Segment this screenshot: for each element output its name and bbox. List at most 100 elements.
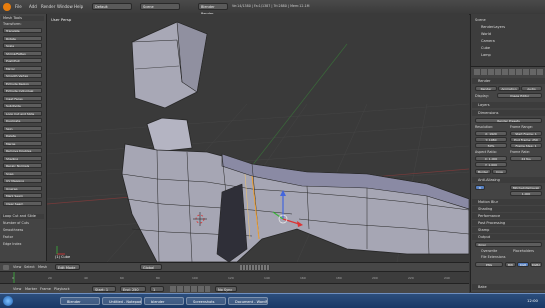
tl-menu-frame[interactable]: Frame <box>40 287 51 291</box>
outliner-item[interactable]: Scene <box>475 18 486 22</box>
animation-button[interactable]: Animation <box>498 86 520 91</box>
tool-button[interactable]: Shrink/Fatten <box>3 50 42 56</box>
tool-button[interactable]: Rotate <box>3 35 42 41</box>
editor-type-icon[interactable] <box>3 265 9 270</box>
file-extensions-check[interactable]: File Extensions <box>481 255 505 259</box>
section-output[interactable]: Output <box>472 234 545 240</box>
outliner-item[interactable]: World <box>481 32 491 36</box>
end-frame-field[interactable]: End: 250 <box>120 286 146 292</box>
tool-button[interactable]: Mark Seam <box>3 193 42 198</box>
outliner-item[interactable]: Camera <box>481 39 495 43</box>
fps-select[interactable]: 24 fps <box>510 156 542 161</box>
section-dimensions[interactable]: Dimensions <box>472 110 545 116</box>
section-anti-aliasing[interactable]: Anti-Aliasing <box>472 177 545 183</box>
tool-button[interactable]: Shading <box>3 155 42 161</box>
display-select[interactable]: Image Editor <box>497 93 542 98</box>
audio-button[interactable]: Audio <box>521 86 542 91</box>
section-post-processing[interactable]: Post Processing <box>472 220 545 226</box>
aspect-y-field[interactable]: Y: 1.000 <box>475 162 507 167</box>
tool-button[interactable]: Inset Faces <box>3 95 42 101</box>
tl-menu-playback[interactable]: Playback <box>54 287 70 291</box>
start-frame-field[interactable]: Start: 1 <box>92 286 116 292</box>
menu-render[interactable]: Render <box>41 4 55 9</box>
menu-add[interactable]: Add <box>29 4 37 9</box>
scene-select[interactable]: Scene <box>140 3 180 10</box>
tool-button[interactable]: Merge <box>3 140 42 146</box>
render-engine-select[interactable]: Blender Render <box>198 3 228 16</box>
res-pct-field[interactable]: 50% <box>475 143 507 148</box>
tl-menu-marker[interactable]: Marker <box>25 287 37 291</box>
op-field-cuts[interactable]: Number of Cuts <box>3 221 29 225</box>
tool-button[interactable]: Clear Seam <box>3 200 42 206</box>
menu-select[interactable]: Select <box>24 265 35 269</box>
operator-header[interactable]: Loop Cut and Slide <box>1 214 44 219</box>
filter-size-field[interactable]: 1.000 <box>510 191 542 196</box>
res-y-field[interactable]: Y: 1080 <box>475 137 507 142</box>
outliner-item[interactable]: Lamp <box>481 53 491 57</box>
sync-select[interactable]: No Sync <box>215 286 237 292</box>
crop-toggle[interactable]: Crop <box>492 169 507 174</box>
section-motion-blur[interactable]: Motion Blur <box>472 199 545 205</box>
menu-file[interactable]: File <box>15 4 22 9</box>
aa-samples-8[interactable]: 8 <box>475 185 485 190</box>
rgb-button[interactable]: RGB <box>517 262 529 267</box>
outliner-item[interactable]: RenderLayers <box>481 25 505 29</box>
taskbar-item[interactable]: Screenshots <box>186 297 226 305</box>
context-tabs[interactable] <box>474 69 543 75</box>
start-frame-prop[interactable]: Start Frame: 1 <box>510 131 542 136</box>
tool-button[interactable]: Extrude Individual <box>3 88 42 93</box>
tool-button[interactable]: Duplicate <box>3 118 42 123</box>
output-path-field[interactable]: /tmp\ <box>475 242 542 247</box>
pivot-select[interactable]: Global <box>140 264 162 270</box>
menu-view[interactable]: View <box>13 265 21 269</box>
taskbar-item[interactable]: Document - WordPad <box>228 297 268 305</box>
menu-help[interactable]: Help <box>74 4 83 9</box>
tool-button[interactable]: Recalc Normals <box>3 163 42 168</box>
section-shading[interactable]: Shading <box>472 206 545 212</box>
section-bake[interactable]: Bake <box>472 284 545 290</box>
format-select[interactable]: PNG <box>475 262 503 267</box>
op-field-edge-index[interactable]: Edge Index <box>3 242 21 246</box>
overwrite-check[interactable]: Overwrite <box>481 249 497 253</box>
section-layers[interactable]: Layers <box>472 102 545 108</box>
tool-button[interactable]: Mirror <box>3 65 42 71</box>
tool-button[interactable]: Snap <box>3 170 42 176</box>
tool-button[interactable]: Smooth Vertex <box>3 73 42 78</box>
taskbar-item[interactable]: Untitled - Notepad <box>102 297 142 305</box>
section-performance[interactable]: Performance <box>472 213 545 219</box>
taskbar-item[interactable]: blender <box>144 297 184 305</box>
tool-button[interactable]: UV Mapping <box>3 178 42 183</box>
section-render[interactable]: Render <box>472 78 545 84</box>
mesh-tools-header[interactable]: Mesh Tools <box>1 16 44 21</box>
tool-button[interactable]: Unwrap <box>3 185 42 191</box>
tool-button[interactable]: Extrude Region <box>3 80 42 86</box>
tool-button[interactable]: Delete <box>3 133 42 138</box>
tool-button[interactable]: Scale <box>3 43 42 48</box>
menu-mesh[interactable]: Mesh <box>38 265 47 269</box>
tool-button[interactable]: Push/Pull <box>3 58 42 63</box>
outliner-item[interactable]: Cube <box>481 46 490 50</box>
tl-menu-view[interactable]: View <box>13 287 21 291</box>
section-stamp[interactable]: Stamp <box>472 227 545 233</box>
blender-logo-icon[interactable] <box>3 3 11 11</box>
res-x-field[interactable]: X: 1920 <box>475 131 507 136</box>
frame-step-prop[interactable]: Frame Step: 1 <box>510 143 542 148</box>
filter-select[interactable]: Mitchell-Netravali <box>510 185 542 190</box>
tool-button[interactable]: Translate <box>3 28 42 33</box>
screen-layout-select[interactable]: Default <box>92 3 132 10</box>
tool-button[interactable]: Remove Doubles <box>3 148 42 153</box>
tool-button[interactable]: Spin <box>3 125 42 131</box>
end-frame-prop[interactable]: End Frame: 250 <box>510 137 542 142</box>
border-toggle[interactable]: Border <box>475 169 491 174</box>
menu-window[interactable]: Window <box>57 4 73 9</box>
bw-button[interactable]: BW <box>505 262 516 267</box>
op-field-factor[interactable]: Factor <box>3 235 13 239</box>
current-frame-field[interactable]: 1 <box>150 286 164 292</box>
taskbar-item[interactable]: Blender <box>60 297 100 305</box>
op-field-smooth[interactable]: Smoothness <box>3 228 23 232</box>
start-button-icon[interactable] <box>3 296 13 306</box>
aspect-x-field[interactable]: X: 1.000 <box>475 156 507 161</box>
tool-button[interactable]: Loop Cut and Slide <box>3 110 42 116</box>
placeholders-check[interactable]: Placeholders <box>513 249 534 253</box>
rgba-button[interactable]: RGBA <box>530 262 542 267</box>
